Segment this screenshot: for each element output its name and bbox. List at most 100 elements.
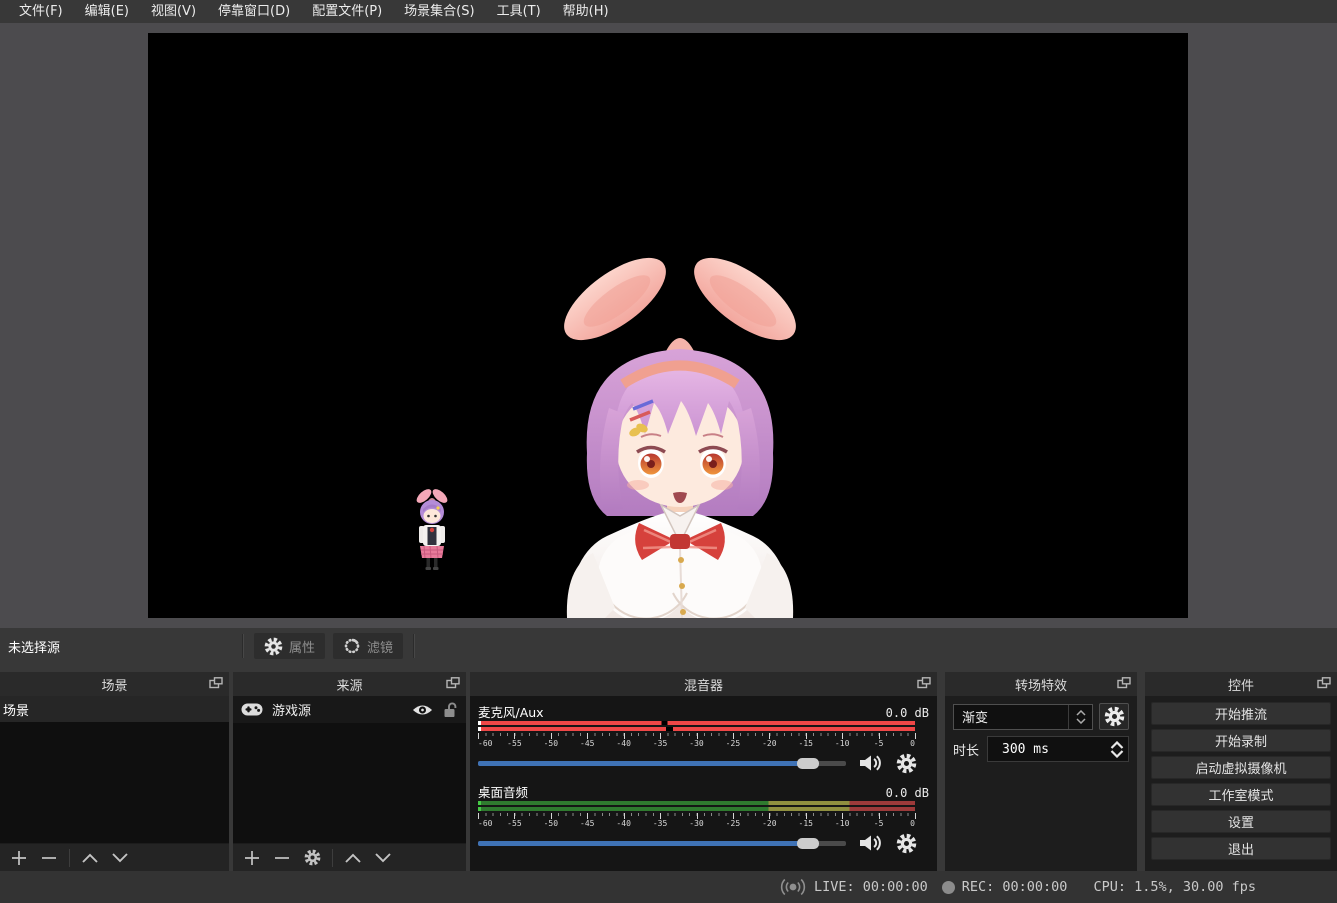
volume-slider[interactable] xyxy=(478,833,846,853)
selected-source-status: 未选择源 xyxy=(8,637,236,656)
mixer-panel: 混音器 麦克风/Aux 0.0 dB xyxy=(470,672,937,871)
chibi-avatar xyxy=(410,485,454,571)
popout-icon[interactable] xyxy=(446,677,460,689)
channel-settings-gear-icon[interactable] xyxy=(896,833,917,854)
settings-button[interactable]: 设置 xyxy=(1151,810,1331,833)
menu-edit[interactable]: 编辑(E) xyxy=(74,0,140,23)
duration-value: 300 ms xyxy=(988,742,1106,757)
obs-window: 文件(F) 编辑(E) 视图(V) 停靠窗口(D) 配置文件(P) 场景集合(S… xyxy=(0,0,1337,903)
toolbar-separator xyxy=(69,849,70,867)
studio-mode-button[interactable]: 工作室模式 xyxy=(1151,783,1331,806)
speaker-icon[interactable] xyxy=(859,754,883,772)
mixer-body: 麦克风/Aux 0.0 dB -60-55-50-45-40-35-30-25-… xyxy=(470,696,937,871)
filters-button[interactable]: 滤镜 xyxy=(333,633,403,659)
speaker-icon[interactable] xyxy=(859,834,883,852)
move-scene-down-button[interactable] xyxy=(105,846,135,870)
volume-slider[interactable] xyxy=(478,753,846,773)
remove-scene-button[interactable] xyxy=(34,846,64,870)
vtuber-avatar xyxy=(545,253,815,618)
mixer-panel-header[interactable]: 混音器 xyxy=(470,672,937,696)
popout-icon[interactable] xyxy=(209,677,223,689)
popout-icon[interactable] xyxy=(1117,677,1131,689)
properties-button[interactable]: 属性 xyxy=(254,633,325,659)
rec-time: REC: 00:00:00 xyxy=(962,879,1068,895)
popout-icon[interactable] xyxy=(917,677,931,689)
sources-panel-title: 来源 xyxy=(336,675,362,694)
record-dot-icon xyxy=(942,881,955,894)
volume-meter xyxy=(478,721,915,731)
remove-source-button[interactable] xyxy=(267,846,297,870)
controls-panel-header[interactable]: 控件 xyxy=(1145,672,1337,696)
source-toolbar: 未选择源 属性 滤镜 xyxy=(0,628,1337,664)
sources-toolbar xyxy=(233,843,466,871)
channel-name: 桌面音频 xyxy=(478,782,528,801)
transition-select[interactable]: 渐变 xyxy=(953,704,1093,730)
meter-scale: -60-55-50-45-40-35-30-25-20-15-10-50 xyxy=(478,813,915,828)
channel-db-value: 0.0 dB xyxy=(886,786,929,800)
channel-db-value: 0.0 dB xyxy=(886,706,929,720)
transitions-panel: 转场特效 渐变 xyxy=(945,672,1137,871)
menu-file[interactable]: 文件(F) xyxy=(8,0,74,23)
start-recording-button[interactable]: 开始录制 xyxy=(1151,729,1331,752)
duration-decrease-button[interactable] xyxy=(1110,750,1124,758)
sources-list: 游戏源 xyxy=(233,696,466,843)
filter-icon xyxy=(343,637,361,655)
popout-icon[interactable] xyxy=(1317,677,1331,689)
menu-profile[interactable]: 配置文件(P) xyxy=(301,0,393,23)
scene-list-item[interactable]: 场景 xyxy=(0,696,229,722)
menu-view[interactable]: 视图(V) xyxy=(140,0,207,23)
duration-spinbox[interactable]: 300 ms xyxy=(987,736,1129,762)
move-source-down-button[interactable] xyxy=(368,846,398,870)
source-list-item[interactable]: 游戏源 xyxy=(233,696,466,723)
sources-panel-header[interactable]: 来源 xyxy=(233,672,466,696)
meter-scale: -60-55-50-45-40-35-30-25-20-15-10-50 xyxy=(478,733,915,748)
controls-body: 开始推流 开始录制 启动虚拟摄像机 工作室模式 设置 退出 xyxy=(1145,696,1337,871)
cpu-fps-stats: CPU: 1.5%, 30.00 fps xyxy=(1093,879,1256,895)
move-scene-up-button[interactable] xyxy=(75,846,105,870)
controls-panel: 控件 开始推流 开始录制 启动虚拟摄像机 工作室模式 设置 退出 xyxy=(1145,672,1337,871)
toolbar-separator xyxy=(242,634,244,658)
transitions-panel-header[interactable]: 转场特效 xyxy=(945,672,1137,696)
exit-button[interactable]: 退出 xyxy=(1151,837,1331,860)
menu-bar: 文件(F) 编辑(E) 视图(V) 停靠窗口(D) 配置文件(P) 场景集合(S… xyxy=(0,0,1337,23)
mixer-channel-mic: 麦克风/Aux 0.0 dB -60-55-50-45-40-35-30-25-… xyxy=(478,702,929,773)
menu-docks[interactable]: 停靠窗口(D) xyxy=(207,0,301,23)
scene-item-label: 场景 xyxy=(3,700,29,719)
move-source-up-button[interactable] xyxy=(338,846,368,870)
source-properties-button[interactable] xyxy=(297,846,327,870)
slider-handle[interactable] xyxy=(797,838,819,849)
visibility-eye-icon[interactable] xyxy=(412,703,433,717)
toolbar-separator xyxy=(332,849,333,867)
duration-increase-button[interactable] xyxy=(1110,741,1124,749)
live-time: LIVE: 00:00:00 xyxy=(814,879,928,895)
slider-handle[interactable] xyxy=(797,758,819,769)
menu-scene-collection[interactable]: 场景集合(S) xyxy=(393,0,485,23)
transitions-body: 渐变 时长 xyxy=(945,696,1137,871)
add-source-button[interactable] xyxy=(237,846,267,870)
filters-button-label: 滤镜 xyxy=(367,637,393,656)
start-streaming-button[interactable]: 开始推流 xyxy=(1151,702,1331,725)
unlock-icon[interactable] xyxy=(442,702,458,718)
broadcast-icon xyxy=(779,878,807,896)
scenes-panel-title: 场景 xyxy=(101,675,127,694)
properties-button-label: 属性 xyxy=(289,637,315,656)
start-virtual-camera-button[interactable]: 启动虚拟摄像机 xyxy=(1151,756,1331,779)
combo-spinner[interactable] xyxy=(1068,705,1092,729)
add-scene-button[interactable] xyxy=(4,846,34,870)
scenes-list: 场景 xyxy=(0,696,229,843)
status-bar: LIVE: 00:00:00 REC: 00:00:00 CPU: 1.5%, … xyxy=(0,871,1337,903)
menu-tools[interactable]: 工具(T) xyxy=(486,0,552,23)
video-canvas[interactable] xyxy=(148,33,1188,618)
mixer-panel-title: 混音器 xyxy=(684,675,723,694)
transitions-panel-title: 转场特效 xyxy=(1015,675,1067,694)
dock-area: 场景 场景 xyxy=(0,664,1337,871)
controls-panel-title: 控件 xyxy=(1228,675,1254,694)
scenes-panel-header[interactable]: 场景 xyxy=(0,672,229,696)
volume-meter xyxy=(478,801,915,811)
duration-label: 时长 xyxy=(953,740,987,759)
channel-name: 麦克风/Aux xyxy=(478,702,544,721)
channel-settings-gear-icon[interactable] xyxy=(896,753,917,774)
gamepad-icon xyxy=(241,703,263,716)
menu-help[interactable]: 帮助(H) xyxy=(552,0,620,23)
transition-properties-button[interactable] xyxy=(1099,703,1129,730)
